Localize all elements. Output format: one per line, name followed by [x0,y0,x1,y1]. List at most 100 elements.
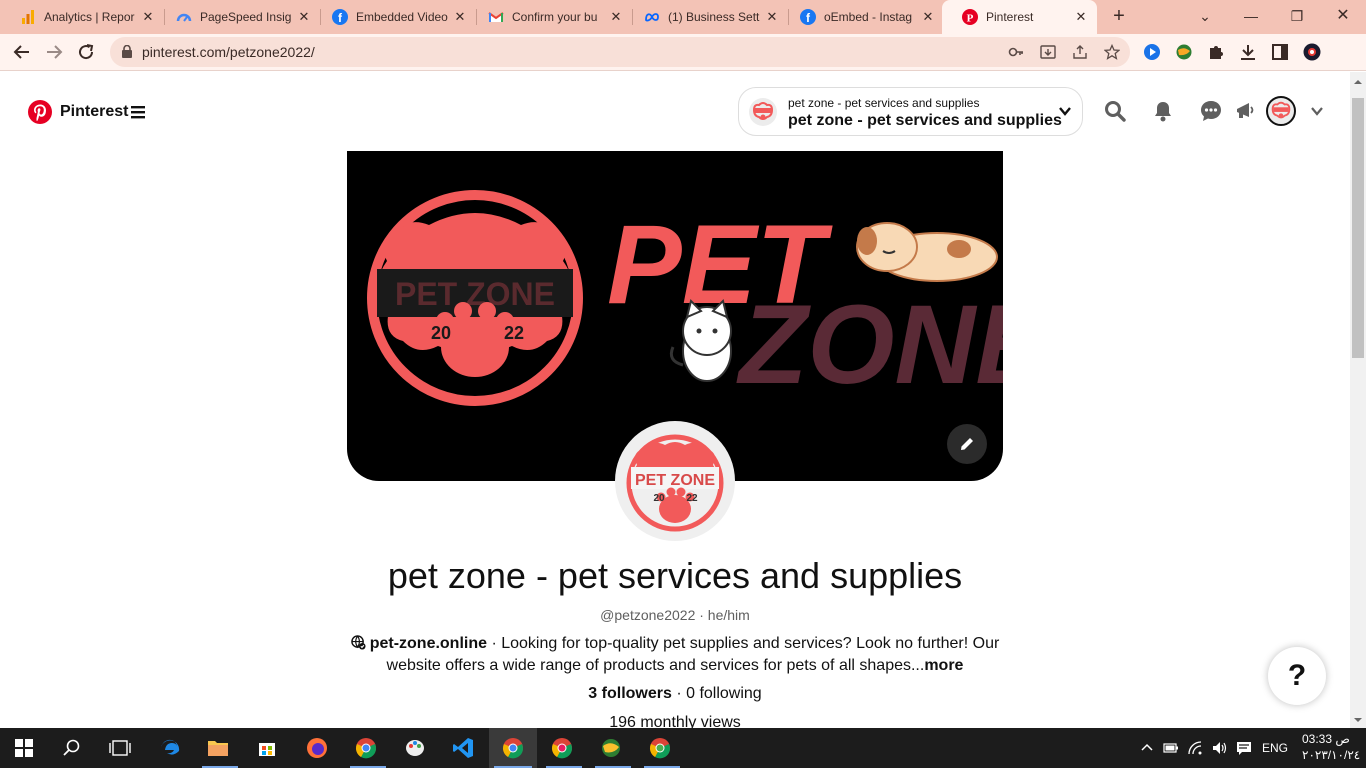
following-link[interactable]: · 0 following [672,685,761,702]
close-icon[interactable]: ✕ [140,9,156,25]
browser-tab[interactable]: Analytics | Repor ✕ [0,0,164,34]
battery-button[interactable] [1162,736,1180,760]
clock-date[interactable]: ٢٠٢٣/١٠/٢٤ [1302,748,1360,762]
edge-app[interactable] [158,736,182,760]
key-icon[interactable] [1008,44,1024,60]
tab-title: (1) Business Sett [668,10,760,24]
cover-badge-year-right: 22 [504,323,524,343]
messages-button[interactable] [1198,98,1224,124]
store-icon [259,743,275,756]
chrome-app[interactable] [354,736,378,760]
close-icon[interactable]: ✕ [296,9,312,25]
help-button[interactable]: ? [1268,647,1326,705]
file-explorer-app[interactable] [206,736,230,760]
paint-app[interactable] [403,736,427,760]
close-icon[interactable]: ✕ [452,9,468,25]
chrome-profile-app[interactable] [648,736,672,760]
pinterest-logo-icon[interactable] [28,100,52,124]
pinterest-header: Pinterest pet zone - pet services and su… [0,72,1350,151]
profile-handle: @petzone2022 · he/him [600,607,750,623]
facebook-icon: f [332,9,348,25]
edge-icon [161,739,180,755]
pinterest-brand-name[interactable]: Pinterest [60,103,128,121]
extensions-puzzle-icon[interactable] [1207,43,1225,61]
cover-badge-text: PET ZONE [395,276,555,312]
back-button[interactable] [10,40,34,64]
extension-play-icon[interactable] [1143,43,1161,61]
store-app[interactable] [255,736,279,760]
hamburger-menu-icon[interactable] [131,105,145,119]
address-bar[interactable]: pinterest.com/petzone2022/ [110,37,1130,67]
profile-avatar[interactable] [1266,96,1296,126]
notifications-tray-button[interactable] [1234,736,1254,760]
account-menu-button[interactable] [1304,98,1330,124]
tab-title: Pinterest [986,10,1034,24]
vscode-app[interactable] [451,736,475,760]
task-view-icon [109,740,131,756]
network-button[interactable] [1186,736,1206,760]
minimize-button[interactable]: — [1240,5,1262,27]
install-app-icon[interactable] [1040,44,1056,60]
start-button[interactable] [12,736,36,760]
tab-search-chevron-icon[interactable]: ⌄ [1194,5,1216,27]
petzone-logo-icon [752,102,774,120]
restore-button[interactable]: ❐ [1286,5,1308,27]
side-panel-icon[interactable] [1271,43,1289,61]
browser-tab-active[interactable]: P Pinterest ✕ [942,0,1097,34]
clock-time[interactable]: 03:33 ص [1302,732,1350,746]
website-link[interactable]: pet-zone.online [370,635,487,652]
edit-cover-button[interactable] [947,424,987,464]
gmail-icon [488,12,504,22]
folder-icon [208,741,228,756]
profile-bio: pet-zone.online · Looking for top-qualit… [347,633,1003,677]
account-name: pet zone - pet services and supplies [788,112,1062,129]
close-icon[interactable]: ✕ [1073,9,1089,25]
arrow-left-icon [13,45,29,59]
browser-tab[interactable]: (1) Business Sett ✕ [624,0,788,34]
browser-tab[interactable]: Confirm your bu ✕ [468,0,632,34]
browser-tab[interactable]: PageSpeed Insig ✕ [156,0,320,34]
share-icon[interactable] [1072,44,1088,60]
show-hidden-icons-button[interactable] [1138,736,1156,760]
page-scrollbar[interactable] [1350,72,1366,728]
windows-taskbar: ENG 03:33 ص ٢٠٢٣/١٠/٢٤ [0,728,1366,768]
pagespeed-icon [176,13,192,22]
announcements-button[interactable] [1232,98,1258,124]
search-button[interactable] [1102,98,1128,124]
chrome-profile-app[interactable] [550,736,574,760]
firefox-app[interactable] [305,736,329,760]
extension-globe-icon[interactable] [1175,43,1193,61]
search-button[interactable] [60,736,84,760]
scroll-down-icon[interactable] [1350,714,1366,726]
wifi-icon [1188,741,1202,755]
star-bookmark-icon[interactable] [1104,44,1120,60]
chrome-icon [552,738,572,759]
chrome-icon [356,738,376,759]
followers-link[interactable]: 3 followers [588,685,672,702]
close-icon[interactable]: ✕ [920,9,936,25]
windows-logo-icon [15,739,33,757]
task-view-button[interactable] [108,736,132,760]
browser-tab[interactable]: f oEmbed - Instag ✕ [780,0,944,34]
close-window-button[interactable]: ✕ [1332,5,1354,27]
input-language-indicator[interactable]: ENG [1262,741,1288,755]
arrow-right-icon [47,45,63,59]
more-link[interactable]: more [924,657,963,674]
scrollbar-thumb[interactable] [1352,98,1364,358]
close-icon[interactable]: ✕ [608,9,624,25]
account-switcher[interactable]: pet zone - pet services and supplies pet… [738,87,1083,136]
profile-avatar-icon[interactable] [1303,43,1321,61]
download-icon[interactable] [1239,43,1257,61]
close-icon[interactable]: ✕ [764,9,780,25]
maps-app[interactable] [599,736,623,760]
notifications-button[interactable] [1150,98,1176,124]
verified-globe-icon [350,635,366,650]
forward-button[interactable] [42,40,66,64]
browser-tab[interactable]: f Embedded Video ✕ [312,0,476,34]
analytics-icon [22,10,34,24]
scroll-up-icon[interactable] [1350,76,1366,88]
volume-button[interactable] [1210,736,1230,760]
new-tab-button[interactable]: + [1108,5,1130,27]
reload-button[interactable] [74,40,98,64]
chrome-profile-app[interactable] [501,736,525,760]
